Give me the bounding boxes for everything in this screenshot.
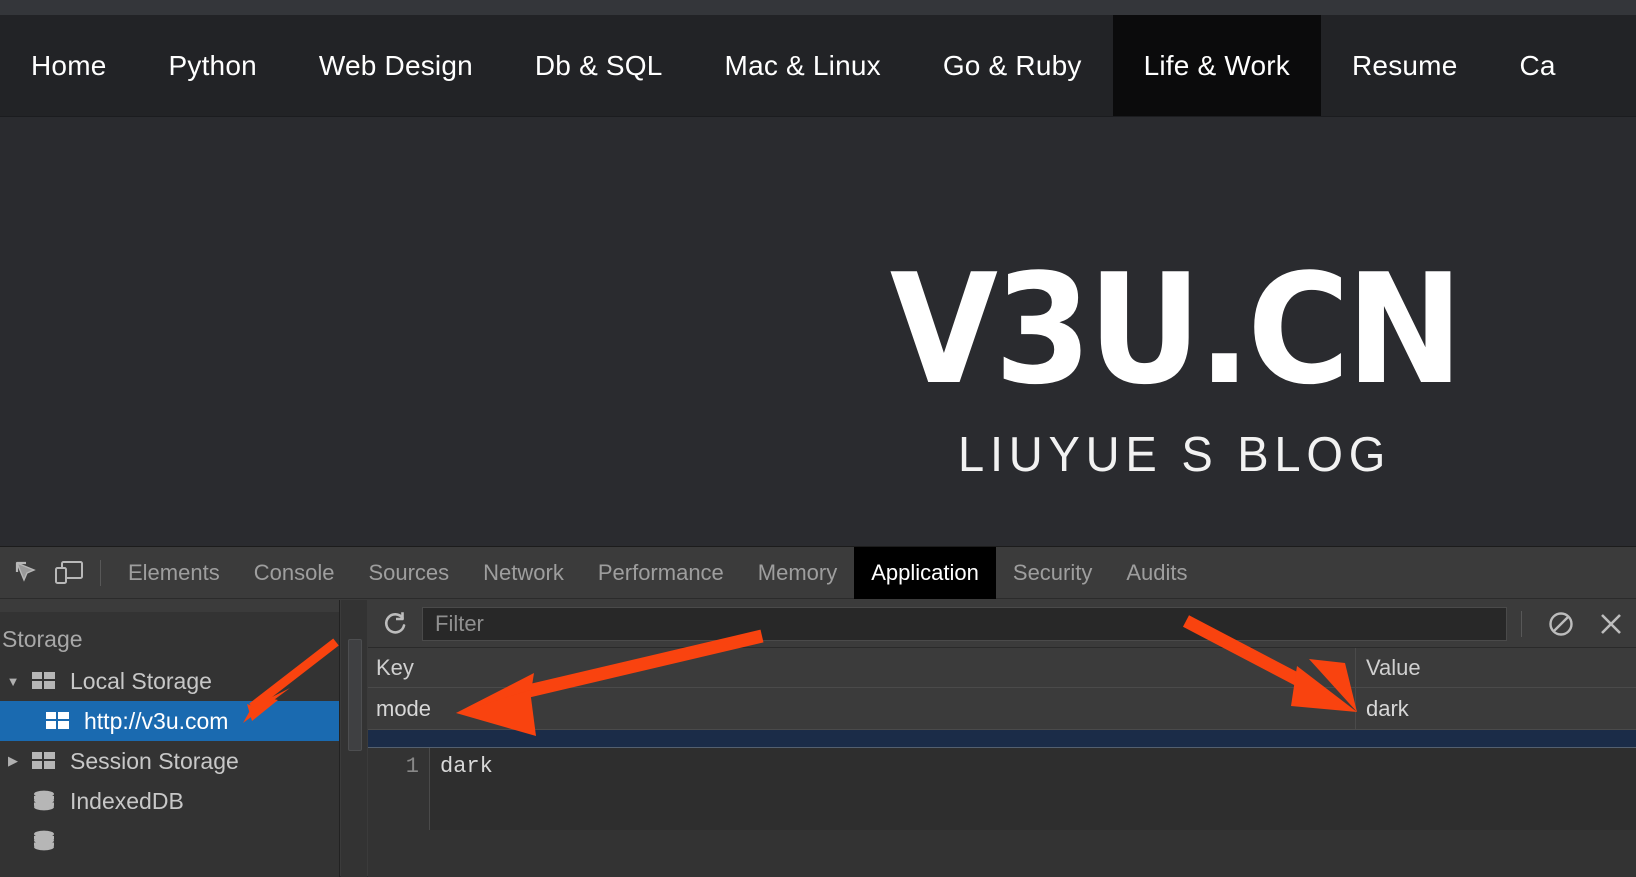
tab-elements[interactable]: Elements: [111, 547, 237, 599]
storage-tree-item-http-v3u-com[interactable]: http://v3u.com: [0, 701, 339, 741]
nav-item-db-sql[interactable]: Db & SQL: [504, 15, 694, 116]
tab-audits[interactable]: Audits: [1109, 547, 1204, 599]
refresh-icon[interactable]: [368, 609, 422, 639]
inspect-element-icon[interactable]: [6, 552, 48, 594]
storage-tree-item-label: http://v3u.com: [84, 707, 229, 734]
nav-item-web-design[interactable]: Web Design: [288, 15, 504, 116]
nav-item-go-ruby[interactable]: Go & Ruby: [912, 15, 1113, 116]
nav-item-ca[interactable]: Ca: [1488, 15, 1586, 116]
site-content-area: V3U.CN LIUYUE S BLOG: [0, 118, 1636, 546]
nav-item-life-work[interactable]: Life & Work: [1112, 15, 1321, 116]
device-toolbar-icon[interactable]: [48, 552, 90, 594]
devtools-panel: Elements Console Sources Network Performance…: [0, 546, 1636, 877]
storage-section-title: Storage: [2, 626, 83, 652]
devtools-tab-bar: Elements Console Sources Network Performance…: [0, 546, 1636, 599]
storage-tree: ▼ Local Storage http://v3u.com ▶ Session Sto…: [0, 661, 339, 861]
logo-tagline: LIUYUE S BLOG: [958, 427, 1392, 482]
table-grid-icon: [32, 672, 62, 690]
column-header-value[interactable]: Value: [1356, 648, 1636, 687]
nav-item-home[interactable]: Home: [0, 15, 138, 116]
tab-application[interactable]: Application: [854, 546, 996, 599]
preview-line-number: 1: [368, 748, 430, 830]
filter-placeholder-text: Filter: [435, 610, 484, 636]
chevron-down-icon[interactable]: ▼: [0, 674, 26, 689]
nav-item-python[interactable]: Python: [138, 15, 288, 116]
preview-split-bar[interactable]: [368, 730, 1636, 748]
grid-body: mode dark: [368, 688, 1636, 730]
clear-all-icon[interactable]: [1536, 609, 1586, 639]
tab-sources[interactable]: Sources: [351, 547, 466, 599]
toolbar-divider-2: [1521, 610, 1522, 637]
devtools-tabs: Elements Console Sources Network Performance…: [111, 546, 1205, 599]
delete-selected-icon[interactable]: [1586, 609, 1636, 639]
table-grid-icon: [46, 712, 76, 730]
value-preview-pane: 1 dark: [368, 748, 1636, 830]
storage-tree-item-label: Session Storage: [70, 747, 239, 774]
preview-content: dark: [440, 754, 493, 779]
filter-input[interactable]: Filter: [422, 606, 1507, 641]
chevron-right-icon[interactable]: ▶: [0, 753, 26, 769]
storage-data-grid: Key Value mode dark: [368, 648, 1636, 730]
tab-network[interactable]: Network: [466, 547, 581, 599]
storage-tree-item-label: IndexedDB: [70, 787, 184, 814]
cell-key[interactable]: mode: [368, 688, 1356, 729]
sidebar-scrollbar-thumb[interactable]: [348, 639, 362, 751]
tab-memory[interactable]: Memory: [741, 547, 854, 599]
storage-tree-item-indexeddb[interactable]: IndexedDB: [0, 781, 339, 821]
nav-item-resume[interactable]: Resume: [1321, 15, 1488, 116]
column-header-key[interactable]: Key: [368, 648, 1356, 687]
table-grid-icon: [32, 752, 62, 770]
tab-security[interactable]: Security: [996, 547, 1109, 599]
toolbar-divider: [100, 559, 101, 586]
site-navigation-bar: Home Python Web Design Db & SQL Mac & Linux G…: [0, 15, 1636, 117]
nav-item-mac-linux[interactable]: Mac & Linux: [694, 15, 912, 116]
storage-tree-item-partial[interactable]: [0, 821, 339, 861]
cell-value[interactable]: dark: [1356, 688, 1636, 729]
database-icon: [32, 790, 62, 812]
storage-main-panel: Filter Key Value mode dark 1 dark: [368, 600, 1636, 877]
grid-header-row: Key Value: [368, 648, 1636, 688]
logo-wordmark: V3U.CN: [890, 241, 1463, 418]
database-icon: [32, 830, 62, 852]
browser-chrome-strip: [0, 0, 1636, 15]
table-row[interactable]: mode dark: [368, 688, 1636, 730]
site-logo: V3U.CN LIUYUE S BLOG: [890, 254, 1463, 483]
tab-performance[interactable]: Performance: [581, 547, 741, 599]
tab-console[interactable]: Console: [237, 547, 352, 599]
storage-toolbar: Filter: [368, 600, 1636, 648]
sidebar-top-gap: [0, 600, 339, 612]
storage-tree-item-session-storage[interactable]: ▶ Session Storage: [0, 741, 339, 781]
storage-tree-item-local-storage[interactable]: ▼ Local Storage: [0, 661, 339, 701]
storage-tree-sidebar[interactable]: Storage ▼ Local Storage http://v3u.com ▶ Ses…: [0, 600, 340, 877]
storage-tree-item-label: Local Storage: [70, 667, 212, 694]
